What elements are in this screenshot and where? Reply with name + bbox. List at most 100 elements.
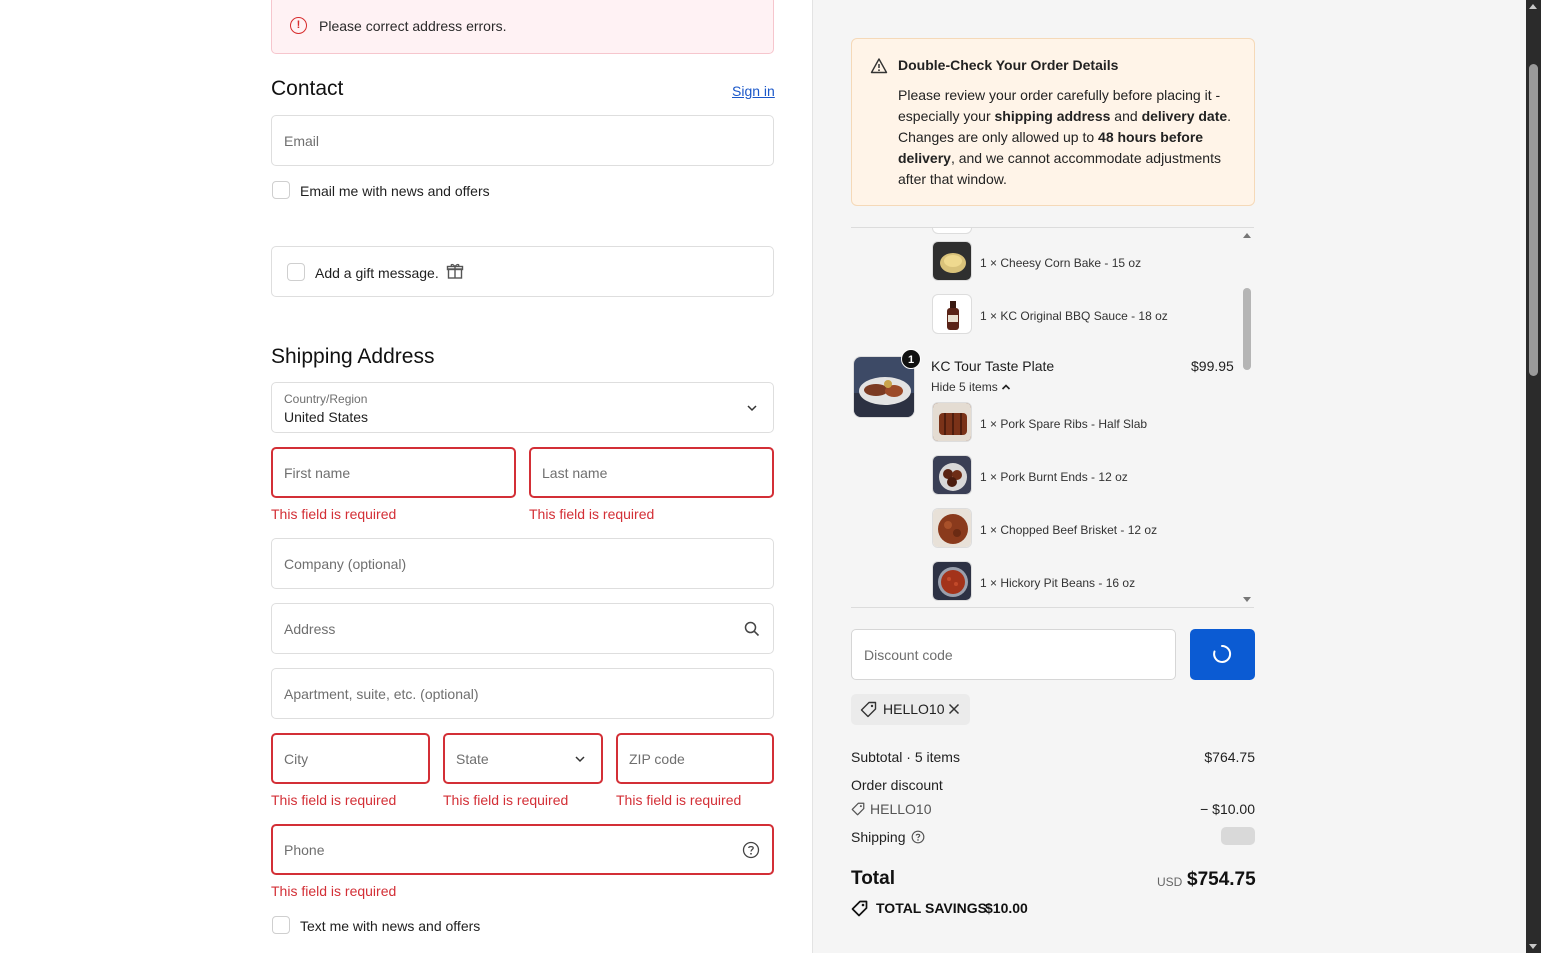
sms-news-checkbox[interactable]	[272, 916, 290, 934]
notice-text: .	[1227, 108, 1232, 124]
email-field[interactable]: Email	[271, 115, 774, 166]
burnt-ends-image	[932, 455, 972, 495]
shipping-value-placeholder	[1221, 827, 1255, 845]
line-sub-item: 1 × Pork Burnt Ends - 12 oz	[980, 470, 1128, 484]
contact-heading: Contact	[271, 77, 344, 100]
state-select[interactable]: State	[443, 733, 603, 784]
hide-items-label: Hide 5 items	[931, 380, 998, 394]
scroll-down-arrow-icon[interactable]	[1243, 597, 1251, 602]
gift-message-checkbox[interactable]	[287, 263, 305, 281]
chevron-down-icon	[571, 750, 589, 768]
remove-discount-close-icon[interactable]	[947, 702, 961, 721]
city-field[interactable]: City	[271, 733, 430, 784]
applied-discount-chip: HELLO10	[851, 694, 970, 725]
scroll-thumb[interactable]	[1243, 288, 1251, 370]
order-discount-label: Order discount	[851, 777, 943, 793]
shipping-label: Shipping	[851, 829, 906, 845]
summary-discount-code: HELLO10	[870, 801, 932, 817]
notice-title: Double-Check Your Order Details	[898, 57, 1119, 73]
total-savings-label: TOTAL SAVINGS	[876, 900, 987, 916]
gift-icon	[446, 262, 464, 285]
discount-placeholder: Discount code	[864, 647, 953, 663]
last-name-placeholder: Last name	[542, 465, 608, 481]
last-name-field[interactable]: Last name	[529, 447, 774, 498]
notice-line: Please review your order carefully befor…	[898, 87, 1221, 103]
corn-bake-image	[932, 241, 972, 281]
scroll-thumb[interactable]	[1529, 64, 1538, 376]
gift-message-label: Add a gift message.	[315, 265, 439, 281]
bbq-sauce-image	[932, 294, 972, 334]
apartment-placeholder: Apartment, suite, etc. (optional)	[284, 686, 479, 702]
line-sub-item: 1 × KC Original BBQ Sauce - 18 oz	[980, 309, 1168, 323]
email-news-label: Email me with news and offers	[300, 183, 490, 199]
hidden-item-image	[932, 228, 972, 234]
city-placeholder: City	[284, 751, 309, 767]
subtotal-label: Subtotal · 5 items	[851, 749, 960, 765]
city-error: This field is required	[271, 792, 397, 808]
zip-field[interactable]: ZIP code	[616, 733, 774, 784]
state-placeholder: State	[456, 751, 489, 767]
notice-emphasis: shipping address	[994, 108, 1111, 124]
first-name-field[interactable]: First name	[271, 447, 516, 498]
line-sub-item: 1 × Chopped Beef Brisket - 12 oz	[980, 523, 1158, 537]
country-label: Country/Region	[284, 392, 368, 406]
search-icon[interactable]	[743, 620, 761, 638]
error-icon: !	[290, 17, 307, 34]
notice-emphasis: 48 hours before	[1098, 129, 1204, 145]
scroll-up-arrow-icon[interactable]	[1243, 233, 1251, 238]
notice-line: after that window.	[898, 171, 1007, 187]
scroll-up-arrow-icon[interactable]	[1529, 4, 1537, 9]
notice-emphasis: delivery date	[1141, 108, 1228, 124]
zip-placeholder: ZIP code	[629, 751, 685, 767]
hide-items-toggle[interactable]: Hide 5 items	[931, 380, 1011, 394]
notice-text: and	[1110, 108, 1142, 124]
apartment-field[interactable]: Apartment, suite, etc. (optional)	[271, 668, 774, 719]
scroll-down-arrow-icon[interactable]	[1529, 944, 1537, 949]
items-scrollbar[interactable]	[1241, 228, 1254, 607]
applied-code-label: HELLO10	[883, 701, 945, 717]
sign-in-link[interactable]: Sign in	[732, 83, 775, 99]
error-banner-text: Please correct address errors.	[319, 18, 507, 34]
shipping-address-heading: Shipping Address	[271, 345, 435, 368]
help-circle-icon[interactable]	[742, 841, 760, 859]
quantity-badge: 1	[901, 349, 921, 369]
notice-emphasis: delivery	[898, 150, 951, 166]
first-name-error: This field is required	[271, 506, 397, 522]
subtotal-value: $764.75	[1204, 749, 1255, 765]
product-name: KC Tour Taste Plate	[931, 358, 1055, 374]
last-name-error: This field is required	[529, 506, 655, 522]
notice-body: Please review your order carefully befor…	[898, 85, 1238, 190]
line-items-list[interactable]: 1 × Cheesy Corn Bake - 15 oz 1 × KC Orig…	[851, 227, 1254, 608]
checkout-form-panel: ! Please correct address errors. Contact…	[0, 0, 812, 953]
line-sub-item: 1 × Pork Spare Ribs - Half Slab	[980, 417, 1148, 431]
phone-field[interactable]: Phone	[271, 824, 774, 875]
email-news-checkbox[interactable]	[272, 181, 290, 199]
currency-label: USD	[1157, 875, 1183, 889]
phone-error: This field is required	[271, 883, 397, 899]
apply-discount-button[interactable]	[1190, 629, 1255, 680]
first-name-placeholder: First name	[284, 465, 351, 481]
gift-message-box: Add a gift message.	[271, 246, 774, 297]
loading-spinner-icon	[1212, 644, 1232, 669]
country-select[interactable]: Country/Region United States	[271, 382, 774, 433]
page-scrollbar[interactable]	[1526, 0, 1541, 953]
discount-value: − $10.00	[1200, 801, 1255, 817]
beans-image	[932, 561, 972, 601]
discount-code-input[interactable]: Discount code	[851, 629, 1176, 680]
help-circle-icon[interactable]	[911, 830, 925, 849]
address-placeholder: Address	[284, 621, 336, 637]
line-sub-item: 1 × Cheesy Corn Bake - 15 oz	[980, 256, 1142, 270]
brisket-image	[932, 508, 972, 548]
company-field[interactable]: Company (optional)	[271, 538, 774, 589]
order-details-notice: Double-Check Your Order Details Please r…	[851, 38, 1255, 206]
email-placeholder: Email	[284, 133, 320, 149]
state-error: This field is required	[443, 792, 569, 808]
tag-icon	[860, 701, 877, 723]
ribs-image	[932, 402, 972, 442]
chevron-down-icon	[743, 399, 761, 417]
total-value: $754.75	[1187, 869, 1256, 890]
address-field[interactable]: Address	[271, 603, 774, 654]
product-price: $99.95	[1191, 358, 1234, 374]
warning-icon	[870, 58, 888, 74]
notice-text: especially your	[898, 108, 995, 124]
